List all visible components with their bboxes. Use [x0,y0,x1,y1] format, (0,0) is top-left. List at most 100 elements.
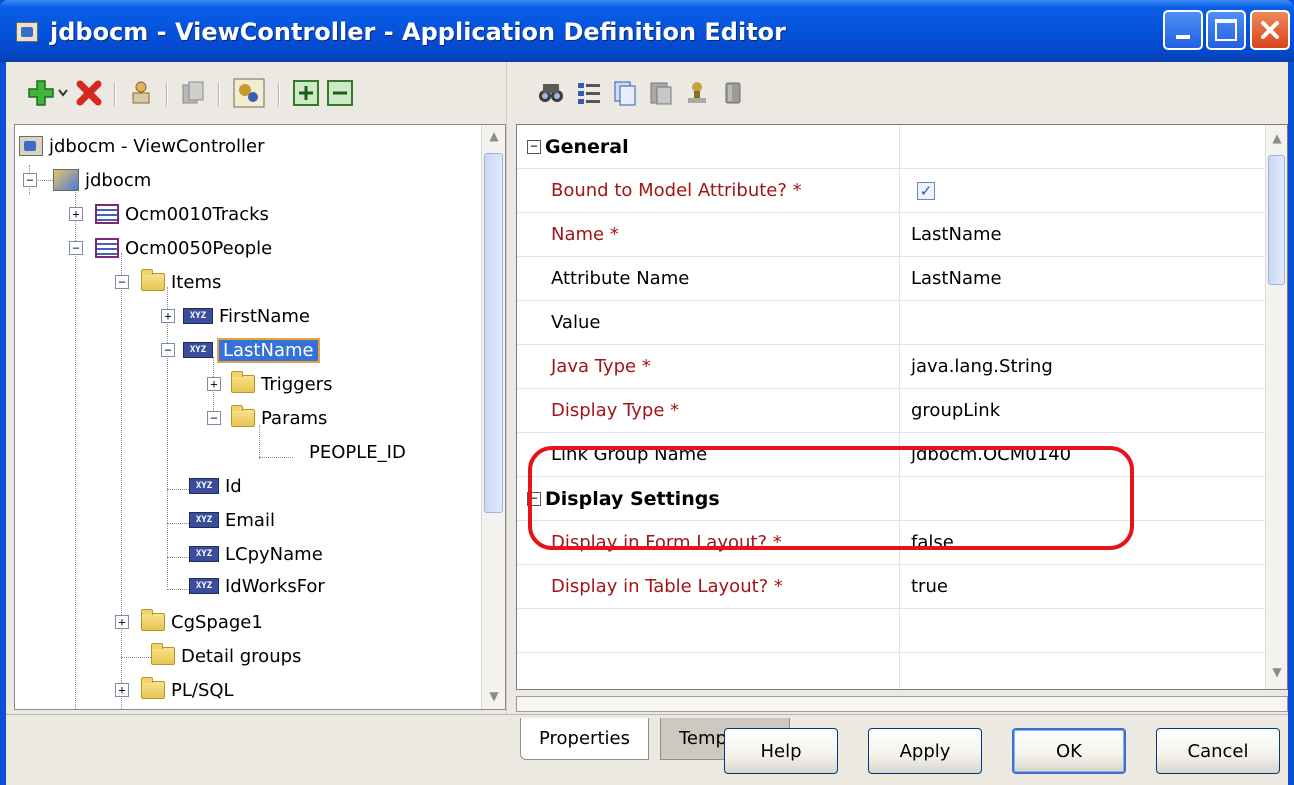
expand-all-icon[interactable] [292,76,320,110]
property-row-partial[interactable] [517,609,1265,653]
collapse-icon[interactable]: − [161,343,175,357]
cancel-button[interactable]: Cancel [1156,728,1280,774]
categorized-view-icon[interactable] [574,76,604,110]
expand-icon[interactable]: + [161,309,175,323]
tree-node[interactable]: + CgSpage1 [115,607,263,637]
collapse-icon[interactable]: − [23,173,37,187]
collapse-icon[interactable]: − [527,139,541,154]
ok-button[interactable]: OK [1012,728,1126,774]
property-inspector[interactable]: − General Bound to Model Attribute? * ✓ … [516,124,1288,690]
delete-icon[interactable] [74,76,104,110]
horizontal-scrollbar[interactable] [516,696,1288,712]
scroll-down-icon[interactable]: ▼ [1269,665,1285,679]
add-dropdown-icon[interactable] [56,76,70,110]
item-icon: XYZ [183,308,213,324]
property-row[interactable]: Display Type * groupLink [517,389,1265,433]
copy-icon[interactable] [178,76,208,110]
property-value[interactable]: java.lang.String [911,356,1053,377]
expand-icon[interactable]: + [207,377,221,391]
property-row[interactable]: Name * LastName [517,213,1265,257]
navigator-tree[interactable]: jdbocm - ViewController − jdbocm + Ocm00… [14,124,506,710]
property-row[interactable]: Link Group Name jdbocm.OCM0140 [517,433,1265,477]
property-row[interactable]: Bound to Model Attribute? * ✓ [517,169,1265,213]
toolbar-separator [166,82,168,106]
tree-node[interactable]: PEOPLE_ID [303,437,406,467]
tree-node[interactable]: − Ocm0050People [69,233,272,263]
property-row[interactable]: Value [517,301,1265,345]
paste-icon[interactable] [646,76,676,110]
collapse-icon[interactable]: − [207,411,221,425]
section-header-general[interactable]: − General [517,125,1265,169]
tree-node[interactable]: jdbocm - ViewController [19,131,265,161]
expand-icon[interactable]: + [69,207,83,221]
tree-toolbar [6,62,506,126]
tree-node[interactable]: − jdbocm [23,165,151,195]
property-name: Value [551,312,601,333]
tree-node[interactable]: + PL/SQL [115,675,234,705]
scroll-thumb[interactable] [1268,155,1285,285]
tree-node-selected[interactable]: − XYZ LastName [161,335,320,365]
section-header-display-settings[interactable]: − Display Settings [517,477,1265,521]
property-row[interactable]: Attribute Name LastName [517,257,1265,301]
tree-node-label: Ocm0050People [125,237,273,259]
tree-node-label: IdWorksFor [225,575,325,597]
tree-node[interactable]: + Ocm0010Tracks [69,199,269,229]
binoculars-icon[interactable] [536,76,566,110]
apply-button[interactable]: Apply [868,728,982,774]
property-row[interactable]: Display in Table Layout? * true [517,565,1265,609]
scroll-down-icon[interactable]: ▼ [486,689,502,703]
scroll-thumb[interactable] [484,153,503,513]
property-value[interactable]: true [911,576,948,597]
tree-node[interactable]: + XYZ FirstName [161,301,310,331]
tree-node[interactable]: XYZ IdWorksFor [189,571,325,601]
expand-icon[interactable]: + [115,615,129,629]
collapse-icon[interactable]: − [69,241,83,255]
toolbar-separator [218,82,220,106]
collapse-icon[interactable]: − [115,275,129,289]
minimize-button[interactable] [1163,10,1203,50]
expand-icon[interactable]: + [115,683,129,697]
help-button[interactable]: Help [724,728,838,774]
book-icon[interactable] [718,76,748,110]
application-icon [53,169,79,191]
properties-scrollbar[interactable]: ▲ ▼ [1265,125,1287,689]
folder-open-icon [231,405,255,427]
properties-icon[interactable] [126,76,156,110]
tree-scrollbar[interactable]: ▲ ▼ [481,125,505,709]
tree-node[interactable]: − Items [115,267,221,297]
tree-node[interactable]: XYZ LCpyName [189,539,323,569]
property-value[interactable]: LastName [911,268,1002,289]
collapse-icon[interactable]: − [527,491,541,506]
table-icon [95,238,119,258]
tree-node-label: PEOPLE_ID [309,441,406,463]
property-value[interactable]: false [911,532,954,553]
tree-node-label: Ocm0010Tracks [125,203,269,225]
property-name: Java Type * [551,356,651,377]
tab-properties[interactable]: Properties [520,718,649,760]
property-value[interactable]: groupLink [911,400,1000,421]
scroll-up-icon[interactable]: ▲ [1269,131,1285,145]
tree-node[interactable]: + Triggers [207,369,332,399]
tree-node[interactable]: XYZ Id [189,471,242,501]
close-button[interactable] [1250,10,1290,50]
maximize-button[interactable] [1206,10,1246,50]
property-name: Name * [551,224,619,245]
generate-icon[interactable] [232,76,266,110]
tree-node[interactable]: − Params [207,403,327,433]
property-value[interactable]: LastName [911,224,1002,245]
copy-properties-icon[interactable] [610,76,640,110]
scroll-up-icon[interactable]: ▲ [486,129,502,143]
property-row[interactable]: Display in Form Layout? * false [517,521,1265,565]
stamp-icon[interactable] [682,76,712,110]
title-bar[interactable]: jdbocm - ViewController - Application De… [0,0,1294,62]
splitter[interactable] [506,62,516,714]
tree-node-label: LastName [217,337,320,363]
property-row[interactable]: Java Type * java.lang.String [517,345,1265,389]
tree-node[interactable]: XYZ Email [189,505,275,535]
collapse-all-icon[interactable] [326,76,354,110]
property-value[interactable]: jdbocm.OCM0140 [911,444,1071,465]
bound-checkbox[interactable]: ✓ [917,180,935,201]
tree-node[interactable]: Detail groups [151,641,301,671]
toolbar-separator [114,82,116,106]
add-icon[interactable] [26,76,56,110]
